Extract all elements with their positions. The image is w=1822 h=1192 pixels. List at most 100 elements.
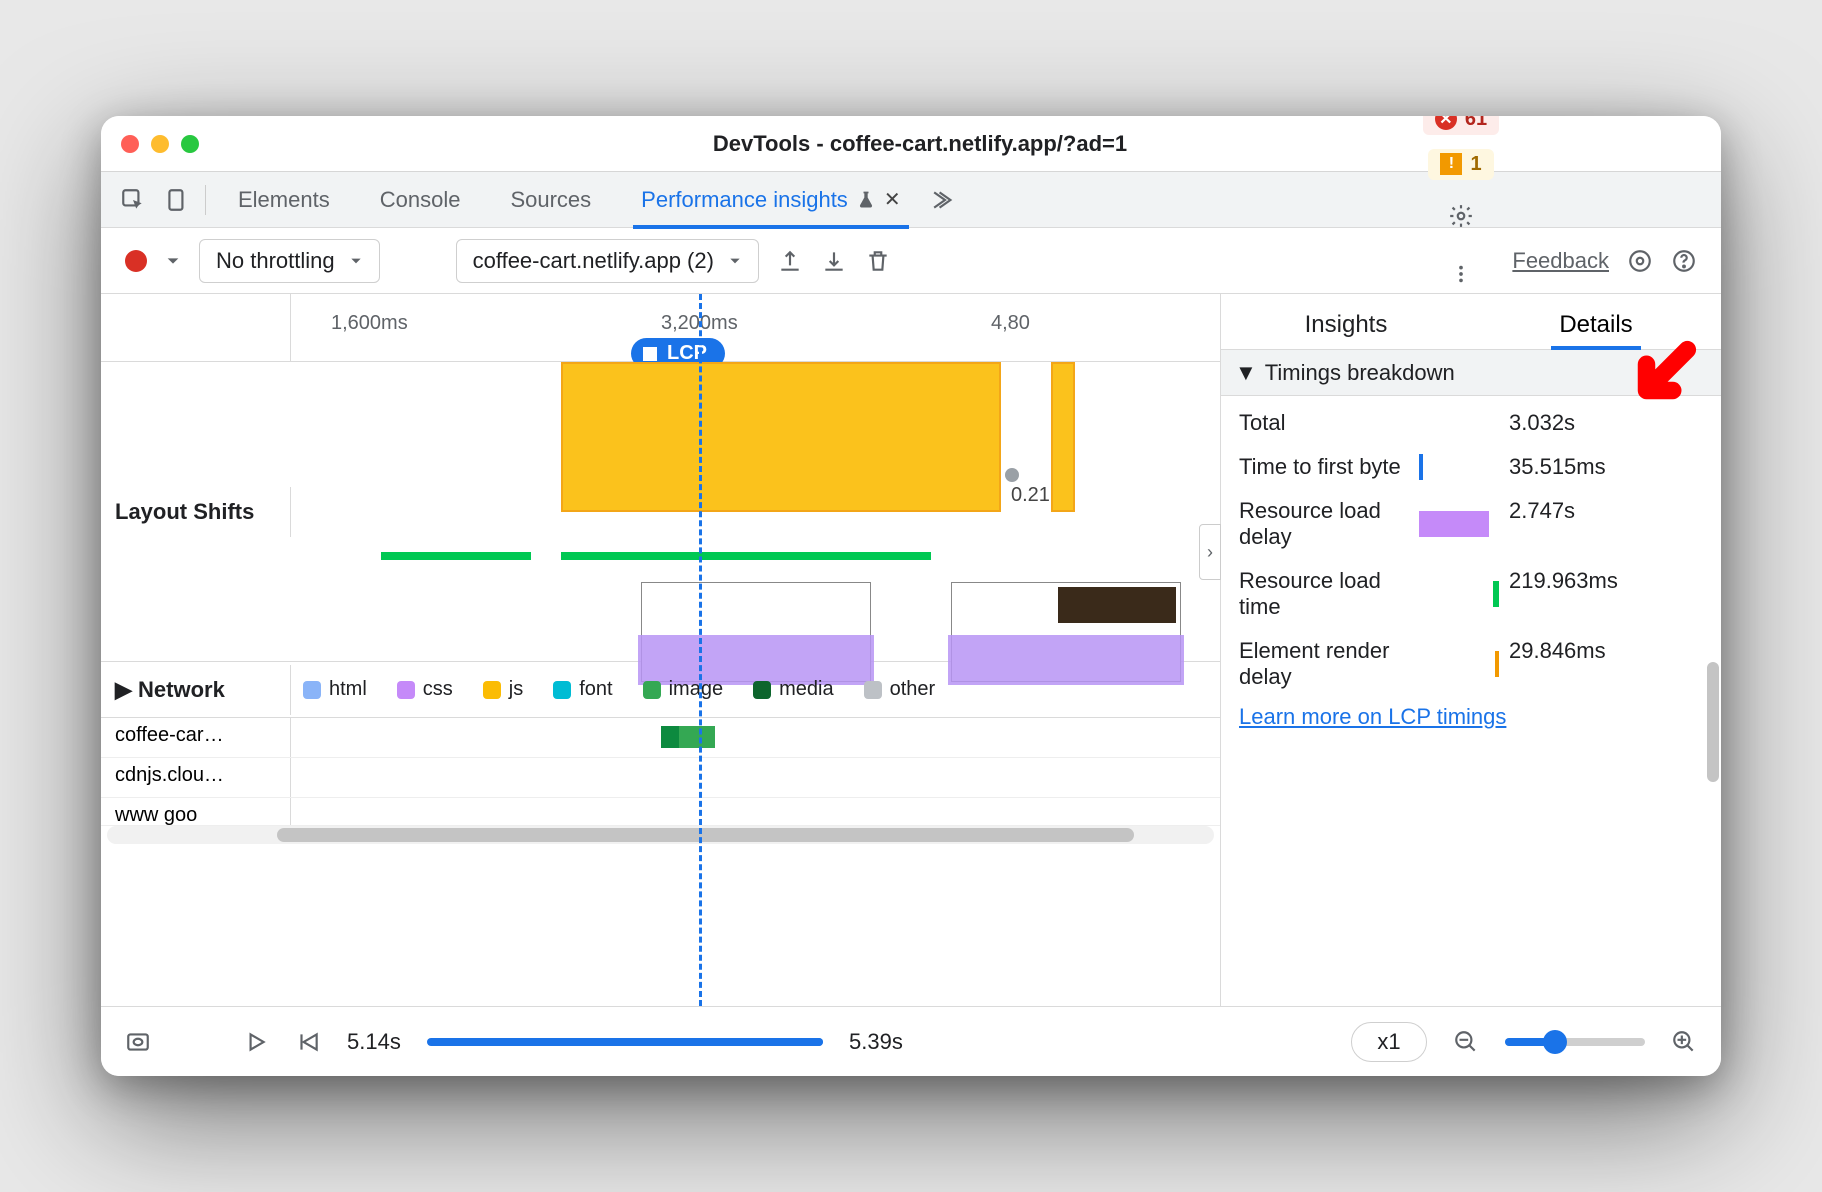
close-tab-icon[interactable]: ✕ (884, 187, 901, 212)
metric-value: 219.963ms (1509, 568, 1703, 620)
fullscreen-window-button[interactable] (181, 135, 199, 153)
shift-score-bar (381, 552, 531, 560)
devtools-tabstrip: Elements Console Sources Performance ins… (101, 172, 1721, 228)
more-tabs-icon[interactable] (923, 178, 967, 222)
horizontal-scrollbar[interactable] (107, 826, 1214, 844)
shift-score-bar (561, 552, 931, 560)
errors-badge[interactable]: ✕ 61 (1423, 116, 1499, 135)
errors-count: 61 (1465, 116, 1487, 131)
network-label-text: Network (138, 677, 225, 702)
throttling-value: No throttling (216, 248, 335, 274)
metric-bar (1419, 454, 1423, 480)
lcp-square-icon (643, 347, 657, 361)
error-icon: ✕ (1435, 116, 1457, 130)
end-time: 5.39s (849, 1029, 903, 1055)
origin-value: coffee-cart.netlify.app (2) (473, 248, 714, 274)
metric-bar (1493, 581, 1499, 607)
rewind-button[interactable] (295, 1029, 321, 1055)
legend-media: media (753, 678, 833, 701)
timings-breakdown-table: Total 3.032s Time to first byte 35.515ms… (1221, 396, 1721, 704)
record-button[interactable] (125, 250, 147, 272)
metric-label: Resource load delay (1239, 498, 1409, 550)
chevron-down-icon (349, 254, 363, 268)
legend-image: image (643, 678, 723, 701)
vertical-scrollbar[interactable] (1707, 352, 1719, 1006)
details-panel: Insights Details ▼ Timings breakdown Tot… (1221, 294, 1721, 1006)
layout-shifts-track[interactable]: 0.21 (291, 362, 1220, 661)
playback-bar: 5.14s 5.39s x1 (101, 1006, 1721, 1076)
network-lane-header: ▶ Network html css js font image media o… (101, 662, 1220, 718)
tab-sources-label: Sources (510, 187, 591, 213)
metric-label: Element render delay (1239, 638, 1409, 690)
network-row[interactable]: www goo (101, 798, 1220, 826)
tab-console[interactable]: Console (376, 172, 465, 228)
tab-elements-label: Elements (238, 187, 330, 213)
network-label[interactable]: ▶ Network (101, 665, 291, 715)
tab-console-label: Console (380, 187, 461, 213)
playback-speed-value: x1 (1377, 1029, 1400, 1055)
delete-icon[interactable] (865, 248, 891, 274)
playback-speed-button[interactable]: x1 (1351, 1022, 1427, 1062)
play-button[interactable] (243, 1029, 269, 1055)
legend-css: css (397, 678, 453, 701)
warnings-count: 1 (1470, 153, 1481, 176)
metric-value: 35.515ms (1509, 454, 1703, 480)
network-row[interactable]: coffee-car… (101, 718, 1220, 758)
warning-icon: ! (1440, 153, 1462, 175)
preview-toggle-icon[interactable] (125, 1029, 151, 1055)
metric-label: Resource load time (1239, 568, 1409, 620)
metric-label: Total (1239, 410, 1409, 436)
tab-performance-insights-label: Performance insights (641, 187, 848, 213)
tab-insights[interactable]: Insights (1221, 311, 1471, 349)
time-slider[interactable] (427, 1038, 823, 1046)
origin-select[interactable]: coffee-cart.netlify.app (2) (456, 239, 759, 283)
traffic-lights (121, 135, 199, 153)
ruler-tick-1: 1,600ms (331, 312, 408, 335)
zoom-in-icon[interactable] (1671, 1029, 1697, 1055)
flask-icon (856, 190, 876, 210)
zoom-out-icon[interactable] (1453, 1029, 1479, 1055)
record-menu-icon[interactable] (165, 253, 181, 269)
kebab-menu-icon[interactable] (1439, 252, 1483, 296)
layout-shift-block[interactable] (1051, 362, 1075, 512)
legend-js: js (483, 678, 523, 701)
learn-more-link[interactable]: Learn more on LCP timings (1221, 704, 1721, 742)
playhead-time: 5.14s (347, 1029, 401, 1055)
metric-bar (1419, 511, 1489, 537)
time-ruler[interactable]: 1,600ms 3,200ms 4,80 LCP (101, 294, 1220, 362)
inspect-element-icon[interactable] (111, 178, 155, 222)
tab-elements[interactable]: Elements (234, 172, 334, 228)
collapse-right-panel-button[interactable]: › (1199, 524, 1221, 580)
tab-sources[interactable]: Sources (506, 172, 595, 228)
network-legend: html css js font image media other (291, 662, 1220, 717)
close-window-button[interactable] (121, 135, 139, 153)
disclosure-triangle-icon: ▼ (1235, 360, 1257, 386)
device-toolbar-icon[interactable] (155, 178, 199, 222)
timeline-panel: 1,600ms 3,200ms 4,80 LCP Layout Shifts 0… (101, 294, 1221, 1006)
annotation-arrow-icon (1629, 338, 1699, 408)
tab-performance-insights[interactable]: Performance insights ✕ (637, 172, 904, 228)
import-icon[interactable] (821, 248, 847, 274)
metric-value: 3.032s (1509, 410, 1703, 436)
export-icon[interactable] (777, 248, 803, 274)
cls-point[interactable] (1005, 468, 1019, 482)
warnings-badge[interactable]: ! 1 (1428, 149, 1493, 180)
metric-value: 29.846ms (1509, 638, 1703, 690)
zoom-slider[interactable] (1505, 1038, 1645, 1046)
legend-html: html (303, 678, 367, 701)
metric-label: Time to first byte (1239, 454, 1409, 480)
network-row[interactable]: cdnjs.clou… (101, 758, 1220, 798)
legend-other: other (864, 678, 936, 701)
chevron-down-icon (728, 254, 742, 268)
throttling-select[interactable]: No throttling (199, 239, 380, 283)
network-row-host: www goo (101, 798, 291, 825)
minimize-window-button[interactable] (151, 135, 169, 153)
settings-icon[interactable] (1439, 194, 1483, 238)
section-title: Timings breakdown (1265, 360, 1455, 386)
network-row-host: cdnjs.clou… (101, 758, 291, 797)
ruler-tick-3: 4,80 (991, 312, 1030, 335)
layout-shift-block[interactable] (561, 362, 1001, 512)
cls-value: 0.21 (1011, 484, 1050, 507)
devtools-window: DevTools - coffee-cart.netlify.app/?ad=1… (101, 116, 1721, 1076)
main-area: 1,600ms 3,200ms 4,80 LCP Layout Shifts 0… (101, 294, 1721, 1006)
